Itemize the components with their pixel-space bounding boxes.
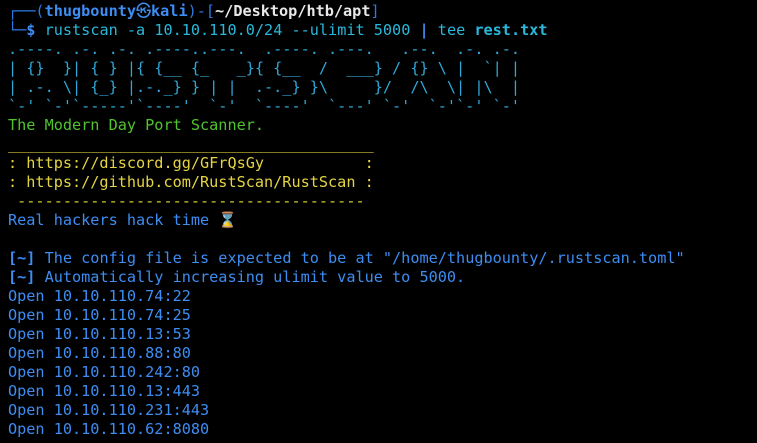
open-port-line: Open 10.10.110.13:443 — [8, 382, 201, 400]
message-text: The config file is expected to be at "/h… — [35, 249, 685, 267]
message-tag: [~] — [8, 249, 36, 267]
links-separator-top: ________________________________________ — [8, 135, 374, 153]
ulimit-message: [~] Automatically increasing ulimit valu… — [8, 268, 757, 287]
prompt-end: ] — [370, 2, 380, 20]
banner-line-4: `-' `-'`-----'`----' `-' `----' `---' `-… — [8, 97, 521, 115]
open-port-line: Open 10.10.110.88:80 — [8, 344, 191, 362]
config-message: [~] The config file is expected to be at… — [8, 249, 757, 268]
links-separator-bottom: -------------------------------------- — [8, 192, 365, 210]
prompt-corner-top: ┌──( — [8, 2, 45, 20]
open-port-line: Open 10.10.110.231:443 — [8, 401, 210, 419]
prompt-path: ~/Desktop/htb/apt — [215, 2, 371, 20]
open-port-line: Open 10.10.110.74:22 — [8, 287, 191, 305]
command-tee: tee — [428, 21, 475, 39]
open-port-line: Open 10.10.110.13:53 — [8, 325, 191, 343]
tagline: The Modern Day Port Scanner. — [8, 116, 265, 134]
command-text: rustscan -a 10.10.110.0/24 --ulimit 5000 — [35, 21, 420, 39]
banner-line-1: .----. .-. .-. .----..---. .----. .---. … — [8, 40, 521, 58]
command-line[interactable]: └─$ rustscan -a 10.10.110.0/24 --ulimit … — [8, 21, 757, 40]
open-port-line: Open 10.10.110.74:25 — [8, 306, 191, 324]
prompt-mid: )-[ — [187, 2, 216, 20]
prompt-header-line: ┌──(thugbounty㉿kali)-[~/Desktop/htb/apt] — [8, 2, 757, 21]
terminal-window[interactable]: ┌──(thugbounty㉿kali)-[~/Desktop/htb/apt]… — [0, 0, 757, 443]
prompt-host: kali — [151, 2, 188, 20]
open-port-line: Open 10.10.110.242:80 — [8, 363, 201, 381]
prompt-corner-bottom: └─ — [8, 21, 27, 39]
quote-line: Real hackers hack time ⌛ — [8, 211, 238, 229]
message-tag: [~] — [8, 268, 36, 286]
banner-line-3: | .-. \| {_} |.-._} } | | .-._} }\ }/ /\… — [8, 78, 521, 96]
open-port-line: Open 10.10.110.62:8080 — [8, 420, 210, 438]
command-pipe: | — [419, 21, 429, 39]
kali-skull-icon: ㉿ — [136, 2, 152, 20]
prompt-user: thugbounty — [44, 2, 137, 20]
discord-link-line: : https://discord.gg/GFrQsGy : — [8, 154, 374, 172]
command-outfile: rest.txt — [474, 21, 548, 39]
github-link-line: : https://github.com/RustScan/RustScan : — [8, 173, 374, 191]
banner-line-2: | {} }| { } |{ {__ {_ _}{ {__ / ___} / {… — [8, 59, 521, 77]
message-text: Automatically increasing ulimit value to… — [35, 268, 466, 286]
